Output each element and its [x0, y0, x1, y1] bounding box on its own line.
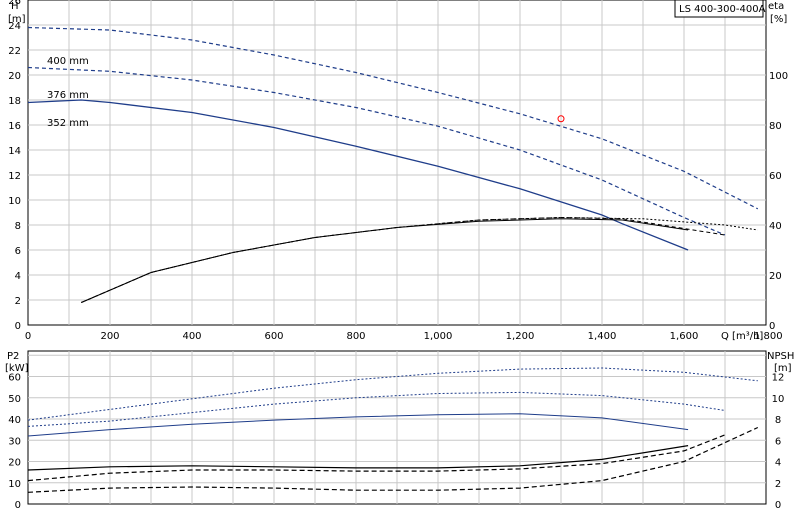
npsh-tick-label: 0 — [775, 500, 781, 511]
x-tick-label: 400 — [182, 331, 201, 342]
power-tick-label: 60 — [8, 373, 21, 384]
head-tick-label: 14 — [8, 146, 21, 157]
power-tick-label: 0 — [15, 500, 21, 511]
eta-tick-label: 40 — [769, 221, 782, 232]
eta-tick-label: 80 — [769, 121, 782, 132]
x-tick-label: 600 — [264, 331, 283, 342]
npsh-axis-unit: [m] — [774, 363, 792, 374]
power-axis-title: P2 — [7, 351, 19, 362]
head-tick-label: 20 — [8, 71, 21, 82]
eta-tick-label: 60 — [769, 171, 782, 182]
head-efficiency-plot: 024681012141618202224260204060801000 200 4… — [8, 0, 788, 342]
npsh-axis-title: NPSH — [767, 351, 794, 362]
head-tick-label: 6 — [15, 246, 21, 257]
npsh-tick-label: 4 — [775, 458, 781, 469]
impeller-label-376: 376 mm — [47, 90, 89, 101]
head-tick-label: 10 — [8, 196, 21, 207]
power-tick-label: 20 — [8, 458, 21, 469]
eta-axis-title: eta — [768, 1, 784, 12]
head-tick-label: 18 — [8, 96, 21, 107]
npsh-tick-label: 6 — [775, 436, 781, 447]
head-tick-label: 0 — [15, 321, 21, 332]
power-tick-label: 50 — [8, 394, 21, 405]
x-axis-label: Q [m³/h] — [721, 331, 763, 342]
head-tick-label: 2 — [15, 296, 21, 307]
power-axis-unit: [kW] — [5, 363, 29, 374]
impeller-label-352: 352 mm — [47, 118, 89, 129]
head-tick-label: 8 — [15, 221, 21, 232]
model-label: LS 400-300-400A — [679, 4, 766, 15]
head-tick-label: 16 — [8, 121, 21, 132]
head-tick-label: 4 — [15, 271, 21, 282]
x-tick-label: 1,600 — [670, 331, 699, 342]
x-tick-label: 1,200 — [506, 331, 535, 342]
npsh-tick-label: 2 — [775, 479, 781, 490]
eta-tick-label: 20 — [769, 271, 782, 282]
power-tick-label: 40 — [8, 415, 21, 426]
head-axis-title: H — [11, 1, 19, 12]
power-tick-label: 30 — [8, 436, 21, 447]
x-tick-label: 1,000 — [424, 331, 453, 342]
x-tick-label: 200 — [100, 331, 119, 342]
npsh-tick-label: 8 — [775, 415, 781, 426]
head-tick-label: 22 — [8, 46, 21, 57]
x-tick-label: 1,400 — [588, 331, 617, 342]
pump-performance-chart: 024681012141618202224260204060801000 200 4… — [5, 0, 794, 511]
x-tick-label: 0 — [25, 331, 31, 342]
eta-axis-unit: [%] — [770, 14, 787, 25]
impeller-label-400: 400 mm — [47, 56, 89, 67]
head-axis-unit: [m] — [8, 14, 26, 25]
npsh-tick-label: 12 — [772, 373, 785, 384]
npsh-tick-label: 10 — [772, 394, 785, 405]
x-tick-label: 800 — [346, 331, 365, 342]
power-tick-label: 10 — [8, 479, 21, 490]
power-npsh-plot: 0 10 20 30 40 50 60 0 2 4 6 8 10 12 P2 [kW] NPSH [m] — [5, 350, 794, 511]
eta-tick-label: 100 — [769, 71, 788, 82]
head-tick-label: 12 — [8, 171, 21, 182]
